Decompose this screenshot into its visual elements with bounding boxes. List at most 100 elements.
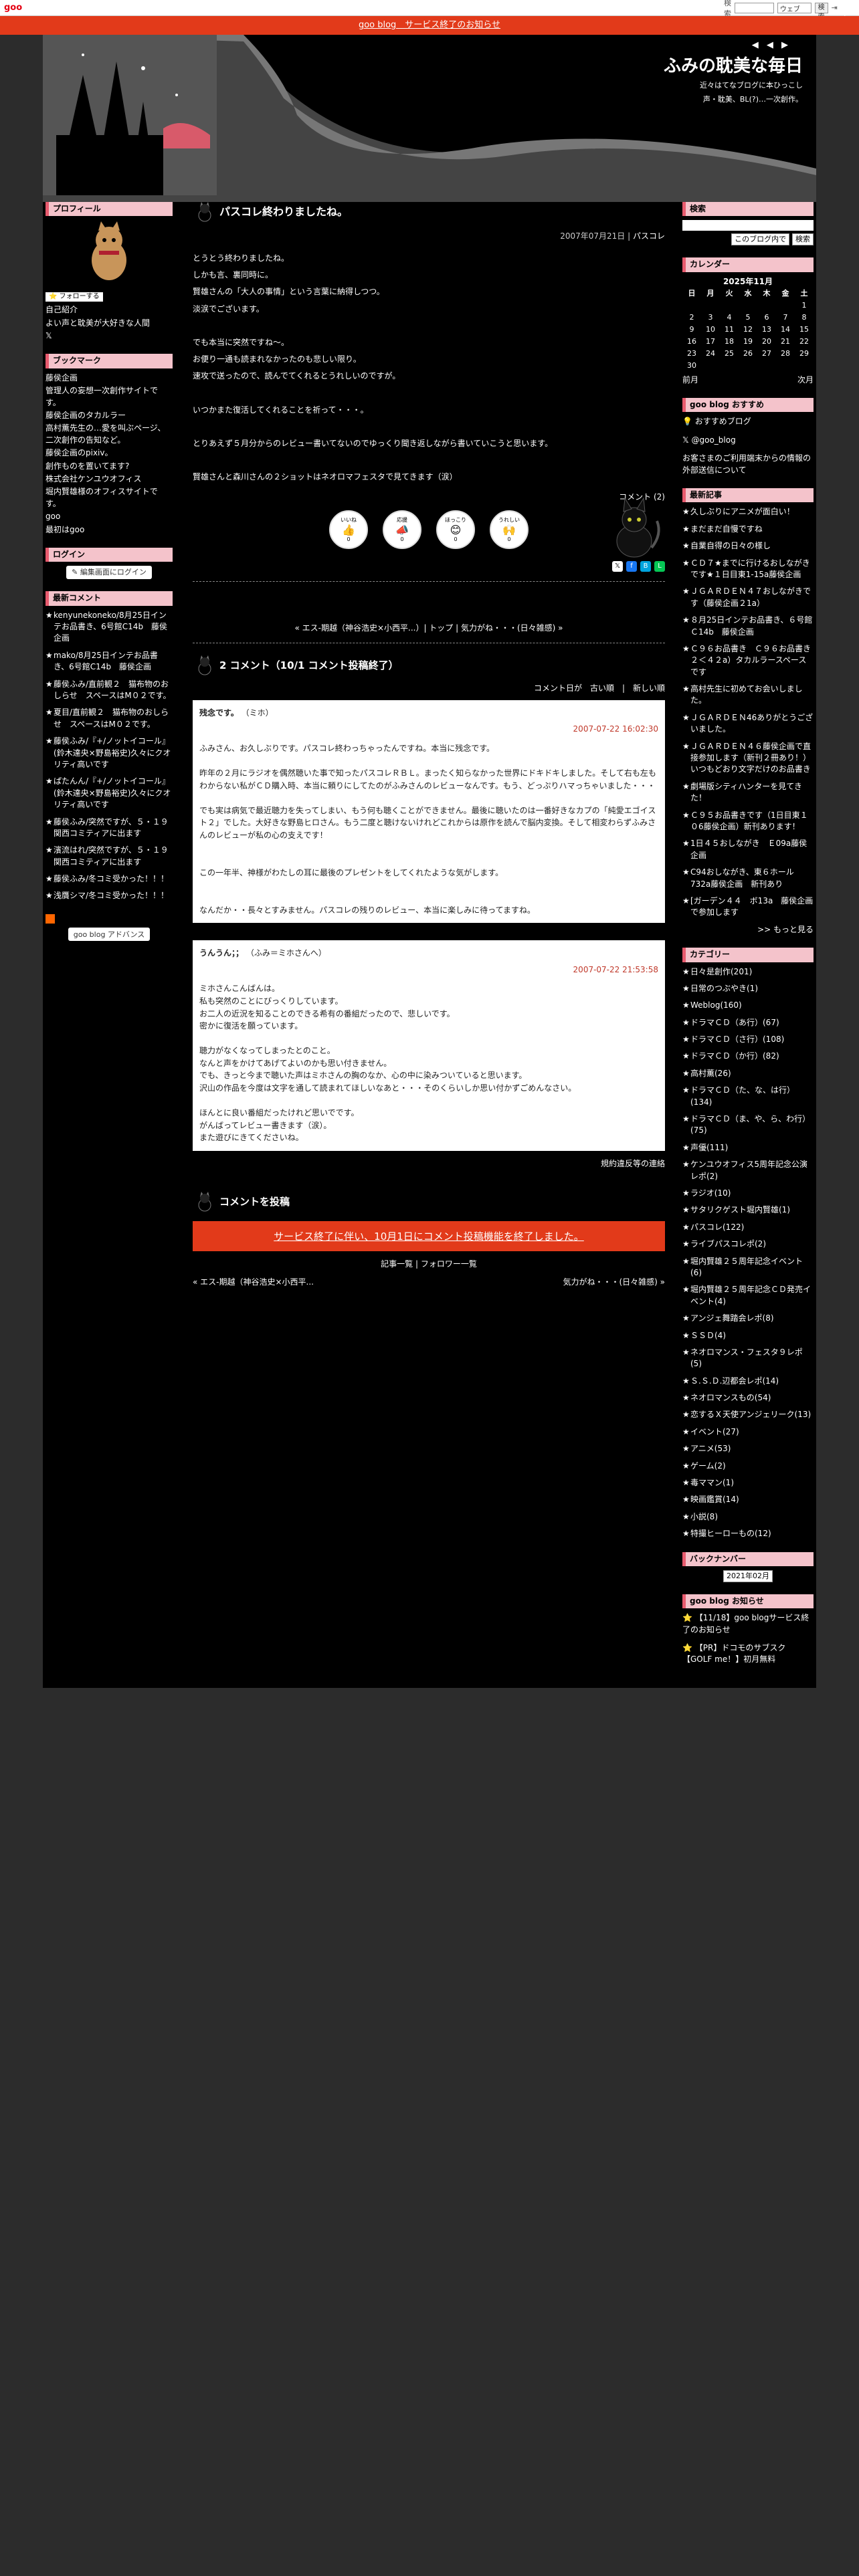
calendar-day[interactable]: 10: [701, 324, 720, 336]
goo-blog-x-link[interactable]: @goo_blog: [692, 435, 736, 445]
comments-closed-link[interactable]: サービス終了に伴い、10月1日にコメント投稿機能を終了しました。: [274, 1230, 584, 1243]
recent-entry-link[interactable]: ＪＧＡＲＤＥＮ46ありがとうございました。: [682, 712, 814, 736]
calendar-day[interactable]: 6: [757, 312, 776, 324]
goo-logo[interactable]: goo: [4, 3, 22, 13]
calendar-day[interactable]: 14: [776, 324, 795, 336]
calendar-day[interactable]: 23: [682, 348, 701, 360]
category-link[interactable]: 日々是創作(201): [682, 966, 814, 978]
bookmark-link[interactable]: 藤侯企画: [45, 373, 78, 383]
category-link[interactable]: Weblog(160): [682, 1000, 814, 1012]
next-entry-link[interactable]: 気力がね・・・(日々雑感) »: [563, 1276, 665, 1287]
recent-entry-link[interactable]: C94おしながき、東６ホール732a藤侯企画 新刊あり: [682, 867, 814, 890]
gbar-link-migrate[interactable]: goo blog引越し体験版: [94, 3, 170, 13]
category-link[interactable]: ドラマＣＤ（さ行）(108): [682, 1034, 814, 1046]
comment-item[interactable]: 藤侯ふみ/直前観２ 猫布物のおしらせ スペースはM０２です。: [45, 679, 173, 702]
category-link[interactable]: 毒ママン(1): [682, 1477, 814, 1489]
prev-entry-link[interactable]: « エス-期越（神谷浩史×小西平...: [193, 1276, 314, 1287]
bookmark-link[interactable]: 株式会社ケンユウオフィス: [45, 474, 141, 484]
recent-entry-link[interactable]: ＪＧＡＲＤＥＮ４６藤侯企画で直接参加します（新刊２冊あり！）いつもどおり文字だけ…: [682, 741, 814, 776]
calendar-day[interactable]: 12: [739, 324, 757, 336]
category-link[interactable]: アニメ(53): [682, 1443, 814, 1455]
recent-entry-link[interactable]: ＣＤ７★までに行けるおしながきです★１日目東1-15a藤侯企画: [682, 558, 814, 581]
rss-icon[interactable]: [45, 914, 55, 924]
reaction-cheer[interactable]: 応援 📣 0: [383, 510, 421, 549]
recommend-blog-link[interactable]: おすすめブログ: [695, 417, 751, 426]
category-link[interactable]: Ｓ.Ｓ.Ｄ.辺都会レポ(14): [682, 1376, 814, 1388]
entry-navigation[interactable]: « エス-期越（神谷浩史×小西平...）| トップ | 気力がね・・・(日々雑感…: [193, 622, 665, 633]
news-link[interactable]: 【PR】ドコモのサブスク【GOLF me！】初月無料: [682, 1643, 785, 1664]
search-input[interactable]: [735, 2, 774, 13]
category-link[interactable]: ＳＳＤ(4): [682, 1330, 814, 1342]
service-end-link[interactable]: goo blog サービス終了のお知らせ: [359, 20, 500, 30]
news-link[interactable]: 【11/18】goo blogサービス終了のお知らせ: [682, 1613, 809, 1634]
category-link[interactable]: サタリクゲスト堀内賢雄(1): [682, 1204, 814, 1216]
category-link[interactable]: ドラマＣＤ（あ行）(67): [682, 1017, 814, 1029]
calendar-day[interactable]: 4: [720, 312, 739, 324]
bookmark-link[interactable]: 藤侯企画のpixiv。: [45, 448, 113, 457]
comment-item[interactable]: ぱたんん/『+/ノットイコール』(鈴木達央×野島裕史)久々にクオリティ高いです: [45, 776, 173, 811]
blog-search-button[interactable]: 検索: [792, 233, 814, 246]
recent-entry-link[interactable]: ８月25日インテお品書き、６号館Ｃ14b 藤侯企画: [682, 615, 814, 638]
header-pager[interactable]: ◀ ◀ ▶: [752, 40, 791, 50]
recent-entry-link[interactable]: Ｃ９６お品書き Ｃ９６お品書き ２＜４２a）タカルラースペースです: [682, 643, 819, 678]
advance-badge[interactable]: goo blog アドバンス: [68, 927, 151, 941]
calendar-day[interactable]: 21: [776, 336, 795, 348]
reaction-like[interactable]: いいね 👍 0: [329, 510, 368, 549]
category-link[interactable]: ゲーム(2): [682, 1461, 814, 1473]
profile-link[interactable]: 自己紹介: [45, 305, 78, 314]
facebook-icon[interactable]: f: [626, 560, 637, 572]
recent-entry-link[interactable]: ＪＧＡＲＤＥＮ４７おしながきです（藤侯企画２1a）: [682, 586, 814, 609]
reaction-warm[interactable]: ほっこり 😊 0: [436, 510, 475, 549]
calendar-day[interactable]: 30: [682, 360, 701, 372]
calendar-day[interactable]: 26: [739, 348, 757, 360]
recent-entry-link[interactable]: Ｃ９５お品書きです（1日目東１０6藤侯企画）新刊あります！: [682, 810, 814, 833]
category-link[interactable]: 堀内賢雄２５周年記念ＣＤ発売イベント(4): [682, 1284, 814, 1307]
recent-entry-link[interactable]: まだまだ自慢ですね: [682, 524, 814, 536]
comment-item[interactable]: kenyunekoneko/8月25日インテお品書き、6号館C14b 藤侯企画: [45, 610, 173, 645]
comment-item[interactable]: 藤侯ふみ/冬コミ受かった！！！: [45, 873, 173, 885]
calendar-day[interactable]: 2: [682, 312, 701, 324]
category-link[interactable]: ラジオ(10): [682, 1188, 814, 1200]
calendar-day[interactable]: 20: [757, 336, 776, 348]
calendar-day[interactable]: 19: [739, 336, 757, 348]
entry-category[interactable]: パスコレ: [633, 231, 665, 241]
more-link[interactable]: >> もっと見る: [757, 925, 814, 934]
recent-entry-link[interactable]: [ガーデン４４ ボ13a 藤侯企画で参加します: [682, 895, 814, 919]
bookmark-link[interactable]: 藤侯企画のタカルラー: [45, 411, 126, 420]
comment-item[interactable]: 藤侯ふみ/突然ですが、５・１９関西コミティアに出ます: [45, 817, 173, 840]
calendar-next[interactable]: 次月: [797, 374, 814, 386]
gbar-link-blog[interactable]: ブログ: [29, 3, 51, 13]
calendar-day[interactable]: 27: [757, 348, 776, 360]
calendar-day[interactable]: 24: [701, 348, 720, 360]
calendar-day[interactable]: 13: [757, 324, 776, 336]
category-link[interactable]: 映画鑑賞(14): [682, 1494, 814, 1506]
category-link[interactable]: 堀内賢雄２５周年記念イベント(6): [682, 1256, 814, 1279]
category-link[interactable]: 高村薫(26): [682, 1068, 814, 1080]
entry-title[interactable]: パスコレ終わりましたね。: [219, 205, 348, 218]
line-icon[interactable]: L: [654, 560, 665, 572]
category-link[interactable]: ドラマＣＤ（た、な、は行）(134): [682, 1085, 814, 1108]
calendar-day[interactable]: 8: [795, 312, 814, 324]
comment-item[interactable]: 浅贋シマ/冬コミ受かった！！！: [45, 890, 173, 902]
calendar-day[interactable]: 5: [739, 312, 757, 324]
editor-login-button[interactable]: ✎ 編集画面にログイン: [66, 566, 152, 580]
blog-title[interactable]: ふみの耽美な毎日: [664, 52, 803, 77]
calendar-day[interactable]: 29: [795, 348, 814, 360]
search-scope-select[interactable]: ウェブ: [777, 2, 812, 13]
category-link[interactable]: 声優(111): [682, 1142, 814, 1154]
calendar-day[interactable]: 7: [776, 312, 795, 324]
recent-entry-link[interactable]: 高村先生に初めてお会いしました。: [682, 683, 814, 707]
category-link[interactable]: ケンユウオフィス5周年記念公演レポ(2): [682, 1159, 814, 1182]
search-scope-select[interactable]: このブログ内で: [731, 233, 790, 246]
x-share-icon[interactable]: 𝕏: [612, 560, 623, 572]
comment-item[interactable]: mako/8月25日インテお品書き、6号館C14b 藤侯企画: [45, 650, 173, 673]
category-link[interactable]: ネオロマンスもの(54): [682, 1392, 814, 1404]
external-transmission-link[interactable]: お客さまのご利用端末からの情報の外部送信について: [682, 453, 811, 474]
reaction-happy[interactable]: うれしい 🙌 0: [490, 510, 529, 549]
bookmark-link[interactable]: goo: [45, 512, 60, 521]
comment-sort[interactable]: コメント日が 古い順 | 新しい順: [193, 682, 665, 693]
list-links[interactable]: 記事一覧 | フォロワー一覧: [193, 1258, 665, 1269]
recent-entry-link[interactable]: 1日４５おしながき Ｅ09a藤侯企画: [682, 838, 814, 861]
backnumber-select[interactable]: 2021年02月: [723, 1570, 773, 1582]
category-link[interactable]: イベント(27): [682, 1426, 814, 1438]
